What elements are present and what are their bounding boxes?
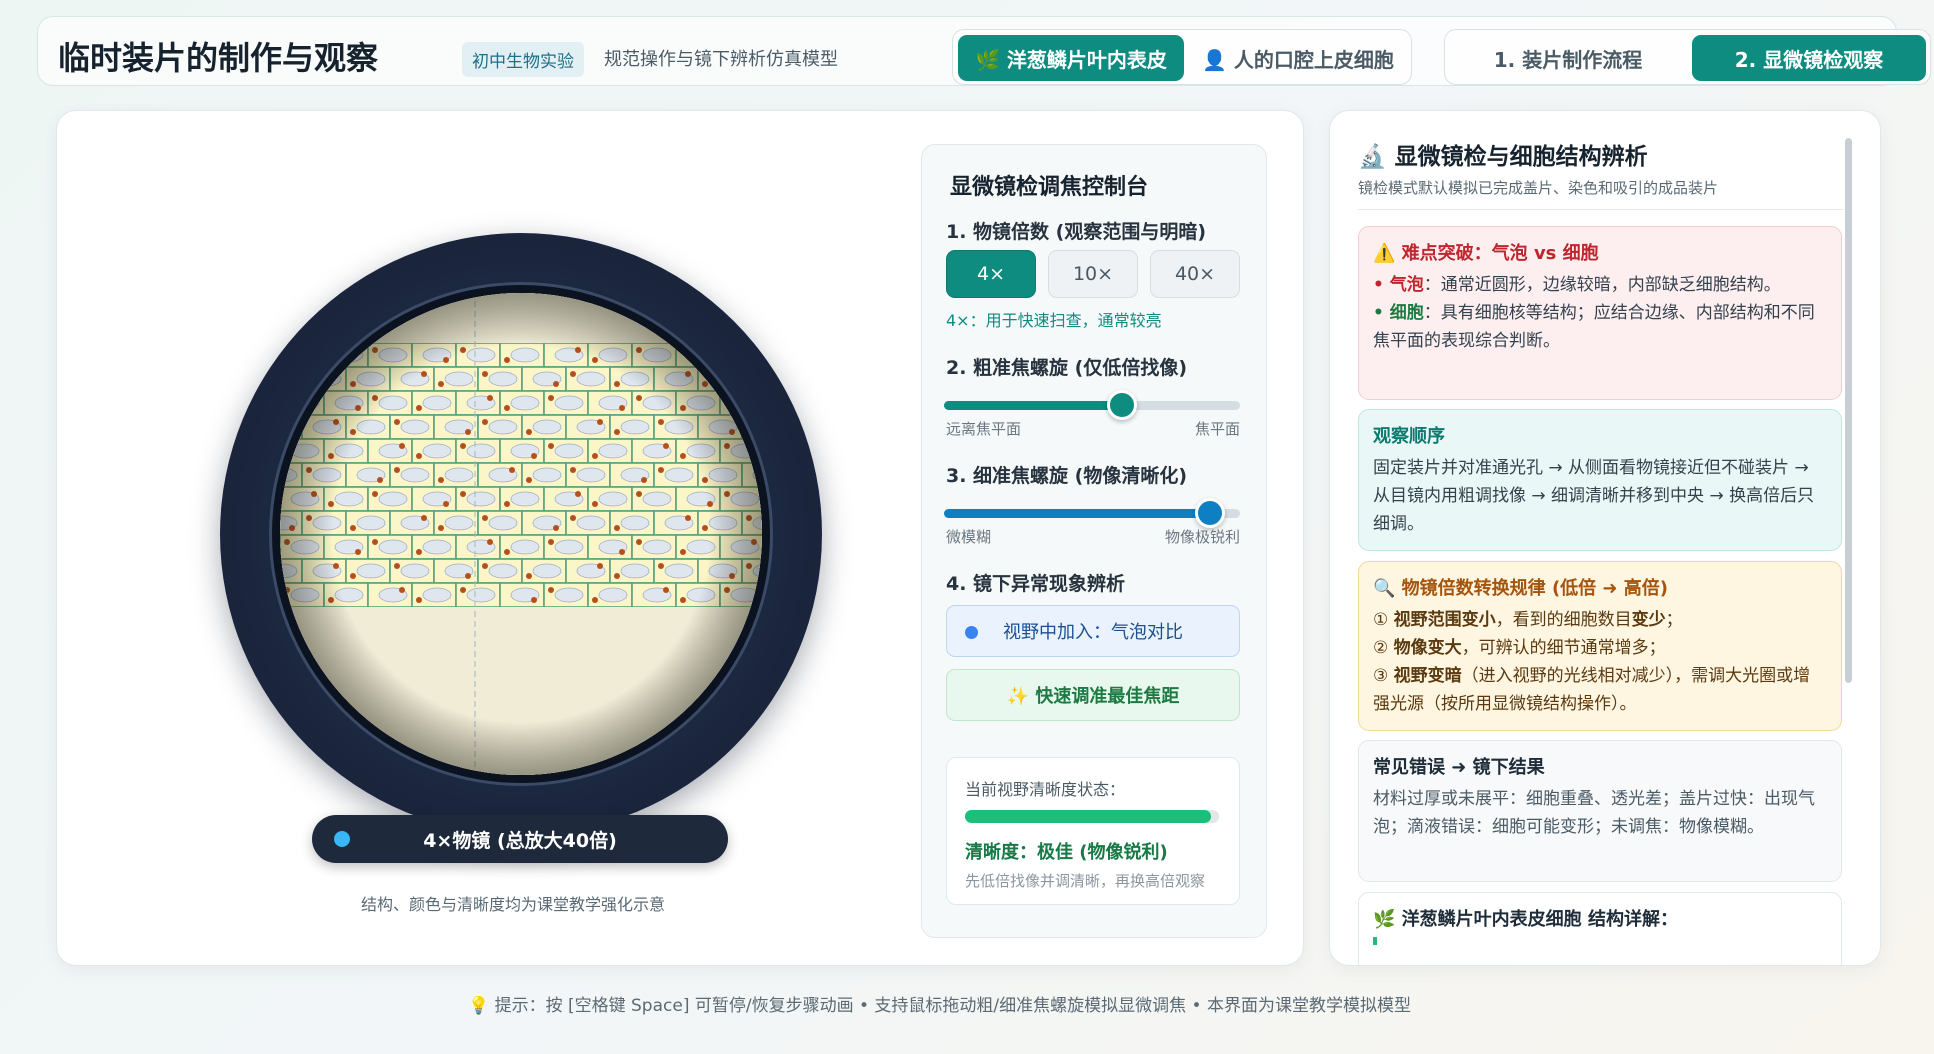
coarse-max-label: 焦平面 bbox=[1194, 420, 1240, 438]
app-header: 临时装片的制作与观察 初中生物实验 规范操作与镜下辨析仿真模型 🌿 洋葱鳞片叶内… bbox=[37, 16, 1931, 86]
rule-line-3: ③ 视野变暗（进入视野的光线相对减少），需调大光圈或增强光源（按所用显微镜结构操… bbox=[1373, 662, 1827, 718]
page-subtitle: 规范操作与镜下辨析仿真模型 bbox=[604, 49, 838, 70]
panel-title: 🔬 显微镜检与细胞结构辨析 bbox=[1358, 144, 1648, 170]
auto-focus-button[interactable]: ✨ 快速调准最佳焦距 bbox=[946, 669, 1240, 721]
rule-num: ① bbox=[1373, 610, 1394, 630]
fine-focus-heading: 3. 细准焦螺旋 (物像清晰化) bbox=[946, 465, 1188, 487]
clarity-status-card: 当前视野清晰度状态： 清晰度：极佳 (物像锐利) 先低倍找像并调清晰，再换高倍观… bbox=[946, 757, 1240, 905]
objective-40x-button[interactable]: 40× bbox=[1150, 250, 1240, 298]
clarity-label: 当前视野清晰度状态： bbox=[965, 780, 1126, 799]
bubble-desc: ：通常近圆形，边缘较暗，内部缺乏细胞结构。 bbox=[1423, 275, 1781, 295]
panel-subtitle: 镜检模式默认模拟已完成盖片、染色和吸引的成品装片 bbox=[1358, 179, 1719, 197]
objective-hint: 4×：用于快速扫查，通常较亮 bbox=[946, 311, 1162, 330]
card-accent-bar bbox=[1373, 937, 1377, 945]
clarity-progress bbox=[965, 810, 1219, 823]
fine-slider-handle[interactable] bbox=[1195, 498, 1226, 528]
rule-key: 变少 bbox=[1631, 610, 1666, 630]
objective-4x-button[interactable]: 4× bbox=[946, 250, 1036, 298]
card-body: 固定装片并对准通光孔 → 从侧面看物镜接近但不碰装片 → 从目镜内用粗调找像 →… bbox=[1373, 458, 1815, 534]
rule-text: ，可辨认的细节通常增多； bbox=[1461, 638, 1666, 658]
observation-order-card: 观察顺序 固定装片并对准通光孔 → 从侧面看物镜接近但不碰装片 → 从目镜内用粗… bbox=[1358, 409, 1842, 551]
bubble-dot-icon bbox=[965, 626, 978, 639]
onion-cell-grid bbox=[280, 293, 762, 775]
scope-caption: 结构、颜色与清晰度均为课堂教学强化示意 bbox=[361, 895, 666, 914]
cell-desc: ：具有细胞核等结构；应结合边缘、内部结构和不同焦平面的表现综合判断。 bbox=[1373, 303, 1815, 351]
objective-heading: 1. 物镜倍数 (观察范围与明暗) bbox=[946, 221, 1207, 243]
card-body: • 气泡：通常近圆形，边缘较暗，内部缺乏细胞结构。 • 细胞：具有细胞核等结构；… bbox=[1373, 271, 1827, 355]
rule-num: ③ bbox=[1373, 666, 1394, 686]
anomaly-heading: 4. 镜下异常现象辨析 bbox=[946, 573, 1126, 595]
fine-max-label: 物像极锐利 bbox=[1164, 528, 1240, 546]
console-title: 显微镜检调焦控制台 bbox=[950, 175, 1149, 200]
common-errors-card: 常见错误 ➜ 镜下结果 材料过厚或未展平：细胞重叠、透光差；盖片过快：出现气泡；… bbox=[1358, 740, 1842, 882]
card-title: ⚠️ 难点突破：气泡 vs 细胞 bbox=[1373, 243, 1599, 264]
term-cell: • 细胞 bbox=[1373, 303, 1424, 323]
objective-10x-button[interactable]: 10× bbox=[1048, 250, 1138, 298]
focus-control-console: 显微镜检调焦控制台 1. 物镜倍数 (观察范围与明暗) 4× 10× 40× 4… bbox=[921, 144, 1267, 938]
footer-hint: 💡 提示：按 [空格键 Space] 可暂停/恢复步骤动画 • 支持鼠标拖动粗/… bbox=[468, 996, 1411, 1016]
mode-switch: 1. 装片制作流程 2. 显微镜检观察 bbox=[1444, 29, 1931, 85]
eyepiece-ring bbox=[269, 282, 773, 786]
microscope-panel: 4×物镜 (总放大40倍) 结构、颜色与清晰度均为课堂教学强化示意 显微镜检调焦… bbox=[56, 110, 1304, 966]
coarse-slider-fill bbox=[944, 401, 1122, 410]
tab-slide-prep[interactable]: 1. 装片制作流程 bbox=[1450, 35, 1686, 81]
rule-num: ② bbox=[1373, 638, 1394, 658]
microscope-eyepiece bbox=[220, 233, 822, 835]
onion-structure-card: 🌿 洋葱鳞片叶内表皮细胞 结构详解： bbox=[1358, 892, 1842, 965]
fine-focus-slider[interactable] bbox=[944, 498, 1240, 528]
analysis-panel: 🔬 显微镜检与细胞结构辨析 镜检模式默认模拟已完成盖片、染色和吸引的成品装片 ⚠… bbox=[1329, 110, 1881, 966]
subject-badge: 初中生物实验 bbox=[462, 42, 584, 77]
magnification-label: 4×物镜 (总放大40倍) bbox=[423, 829, 617, 852]
cell-line: • 细胞：具有细胞核等结构；应结合边缘、内部结构和不同焦平面的表现综合判断。 bbox=[1373, 299, 1827, 355]
specimen-switch: 🌿 洋葱鳞片叶内表皮 👤 人的口腔上皮细胞 bbox=[952, 29, 1412, 85]
clarity-tip: 先低倍找像并调清晰，再换高倍观察 bbox=[965, 872, 1206, 890]
rule-text: ，看到的细胞数目 bbox=[1495, 610, 1632, 630]
clarity-value: 清晰度：极佳 (物像锐利) bbox=[965, 842, 1168, 863]
fine-slider-fill bbox=[944, 509, 1211, 518]
bubble-vs-cell-card: ⚠️ 难点突破：气泡 vs 细胞 • 气泡：通常近圆形，边缘较暗，内部缺乏细胞结… bbox=[1358, 226, 1842, 400]
tab-microscopy[interactable]: 2. 显微镜检观察 bbox=[1692, 35, 1926, 81]
card-title: 🌿 洋葱鳞片叶内表皮细胞 结构详解： bbox=[1373, 909, 1678, 930]
page-title: 临时装片的制作与观察 bbox=[58, 39, 379, 77]
rule-key: 视野变暗 bbox=[1393, 666, 1462, 686]
coarse-min-label: 远离焦平面 bbox=[946, 420, 1022, 438]
rule-key: 视野范围变小 bbox=[1393, 610, 1496, 630]
status-dot-icon bbox=[334, 831, 350, 847]
panel-divider bbox=[1358, 209, 1844, 210]
rule-line-2: ② 物像变大，可辨认的细节通常增多； bbox=[1373, 634, 1827, 662]
magnification-indicator: 4×物镜 (总放大40倍) bbox=[312, 815, 728, 863]
add-bubble-label: 视野中加入：气泡对比 bbox=[1003, 622, 1183, 643]
tab-onion-epidermis[interactable]: 🌿 洋葱鳞片叶内表皮 bbox=[958, 35, 1184, 81]
coarse-focus-slider[interactable] bbox=[944, 390, 1240, 420]
card-title: 观察顺序 bbox=[1373, 426, 1445, 447]
coarse-focus-heading: 2. 粗准焦螺旋 (仅低倍找像) bbox=[946, 357, 1188, 379]
panel-scrollbar[interactable] bbox=[1845, 138, 1852, 683]
fine-min-label: 微模糊 bbox=[946, 528, 992, 546]
rule-text: ； bbox=[1665, 610, 1683, 630]
rule-key: 物像变大 bbox=[1393, 638, 1462, 658]
magnification-rule-card: 🔍 物镜倍数转换规律 (低倍 ➜ 高倍) ① 视野范围变小，看到的细胞数目变少；… bbox=[1358, 561, 1842, 731]
add-bubble-button[interactable]: 视野中加入：气泡对比 bbox=[946, 605, 1240, 657]
field-of-view bbox=[280, 293, 762, 775]
rule-line-1: ① 视野范围变小，看到的细胞数目变少； bbox=[1373, 606, 1827, 634]
term-bubble: • 气泡 bbox=[1373, 275, 1424, 295]
clarity-progress-fill bbox=[965, 810, 1212, 823]
card-title: 🔍 物镜倍数转换规律 (低倍 ➜ 高倍) bbox=[1373, 578, 1669, 599]
card-title: 常见错误 ➜ 镜下结果 bbox=[1373, 757, 1545, 778]
card-body: ① 视野范围变小，看到的细胞数目变少； ② 物像变大，可辨认的细节通常增多； ③… bbox=[1373, 606, 1827, 718]
coarse-slider-handle[interactable] bbox=[1106, 390, 1137, 420]
card-body: 材料过厚或未展平：细胞重叠、透光差；盖片过快：出现气泡；滴液错误：细胞可能变形；… bbox=[1373, 789, 1815, 837]
bubble-line: • 气泡：通常近圆形，边缘较暗，内部缺乏细胞结构。 bbox=[1373, 271, 1827, 299]
tab-cheek-cells[interactable]: 👤 人的口腔上皮细胞 bbox=[1189, 35, 1407, 81]
